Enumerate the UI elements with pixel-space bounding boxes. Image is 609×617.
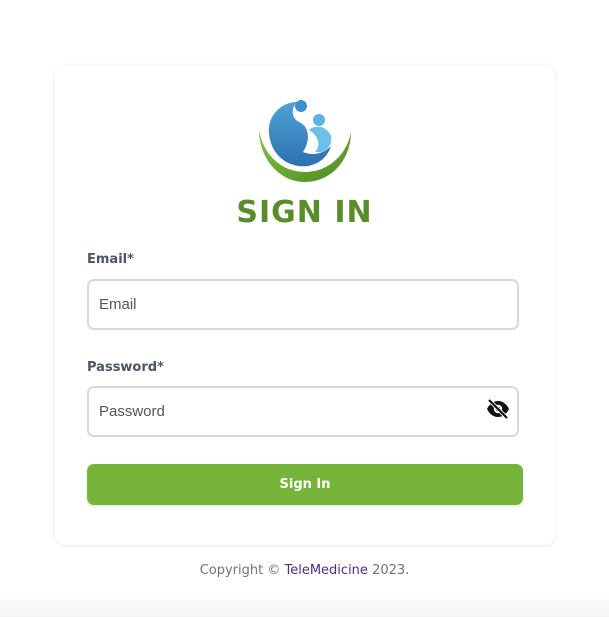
page-title: SIGN IN bbox=[236, 195, 373, 230]
sign-in-button[interactable]: Sign In bbox=[87, 464, 523, 505]
footer-copyright: Copyright © TeleMedicine 2023. bbox=[0, 563, 609, 578]
telemedicine-link[interactable]: TeleMedicine bbox=[285, 563, 368, 578]
mother-child-logo-icon bbox=[259, 100, 351, 182]
copyright-prefix: Copyright © bbox=[199, 563, 281, 578]
email-label: Email* bbox=[87, 252, 134, 267]
copyright-year: 2023. bbox=[372, 563, 410, 578]
email-field[interactable] bbox=[87, 279, 519, 330]
eye-off-icon[interactable] bbox=[486, 398, 510, 420]
page-bottom-shade bbox=[0, 592, 609, 617]
password-label: Password* bbox=[87, 360, 164, 375]
password-field[interactable] bbox=[87, 386, 519, 437]
